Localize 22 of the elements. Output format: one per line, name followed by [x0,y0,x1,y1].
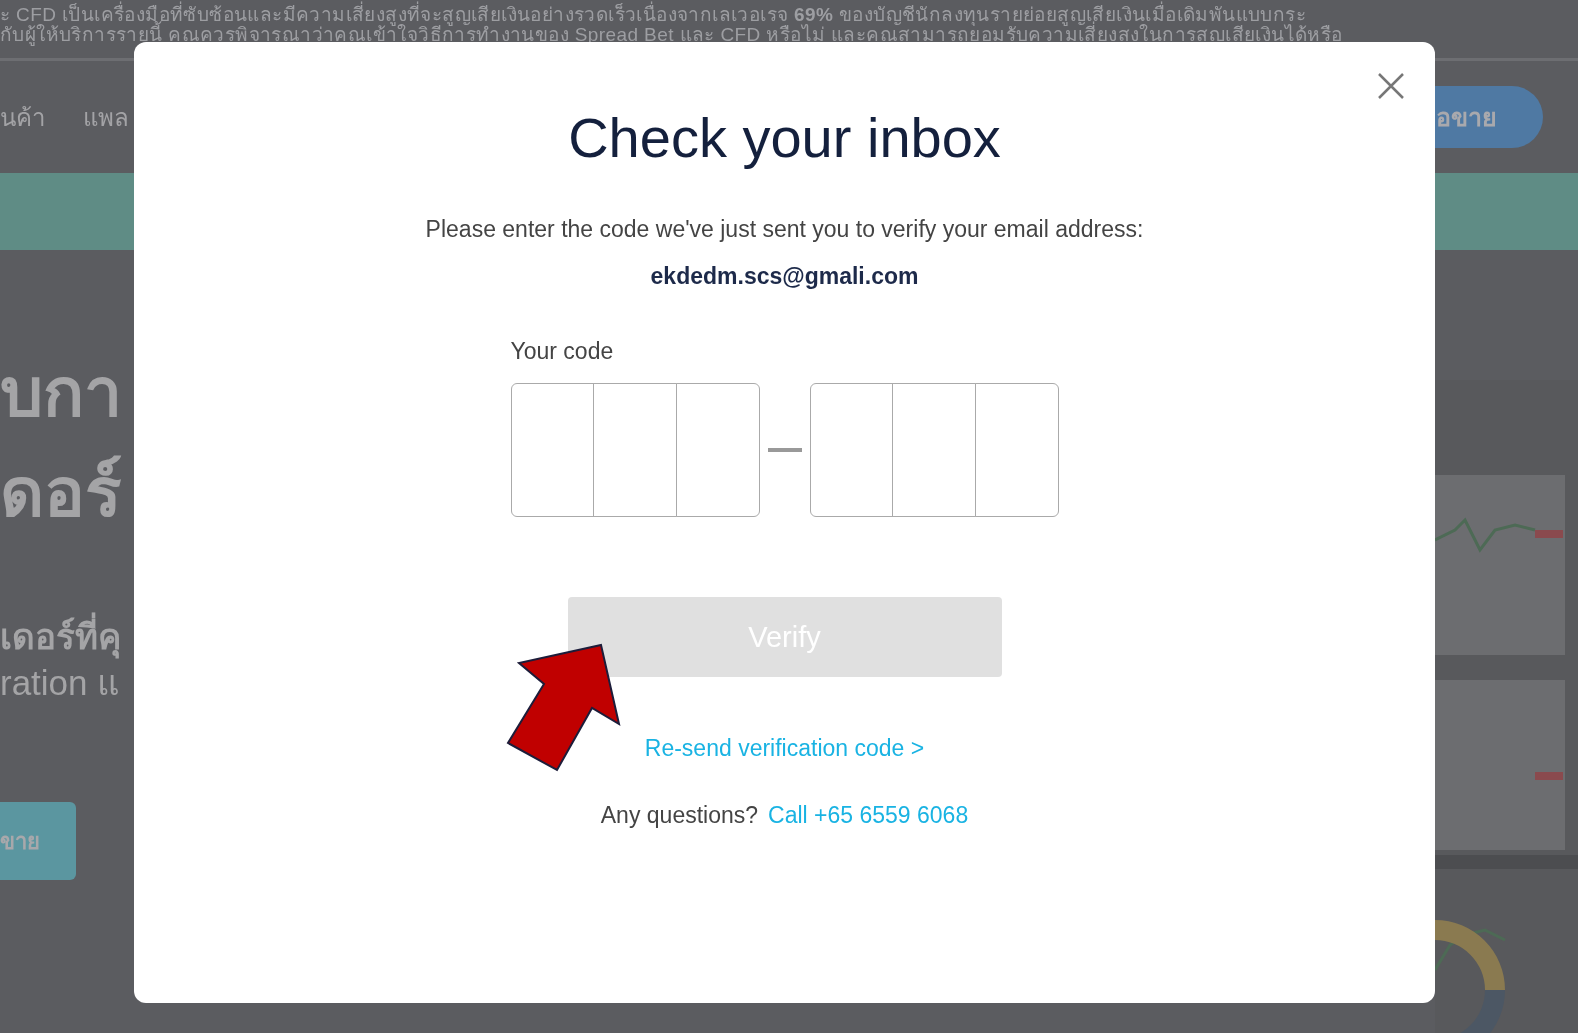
digit-input[interactable] [675,383,760,517]
digit-input[interactable] [974,383,1059,517]
digit-input[interactable] [593,383,677,517]
arrow-icon [506,643,622,773]
email-address: ekdedm.scs@gmali.com [650,263,919,290]
hero-subtitle: เดอร์ที่คุ [0,614,260,660]
hero-subtitle: ration แ [0,662,122,704]
field-label: Your code [510,338,615,365]
hero-heading: ดอร์ [0,453,123,532]
digit-input[interactable] [510,383,595,517]
trade-button[interactable]: ขาย [0,802,76,880]
question-text: Any questions? [600,802,759,829]
hero-heading: บกา [0,353,123,432]
dialog-title: Check your inbox [568,105,1001,171]
phone-link[interactable]: Call +65 6559 6068 [768,802,969,829]
digit-input[interactable] [892,383,976,517]
digit-input[interactable] [809,383,894,517]
resend-link[interactable]: Re-send verification code > [644,735,925,762]
instruction-text: Please enter the code we've just sent you to verify your email address: [425,216,1144,243]
nav-link[interactable]: นค้า [0,97,45,137]
dash-separator [767,448,802,452]
nav-link[interactable]: แพล [83,97,129,137]
